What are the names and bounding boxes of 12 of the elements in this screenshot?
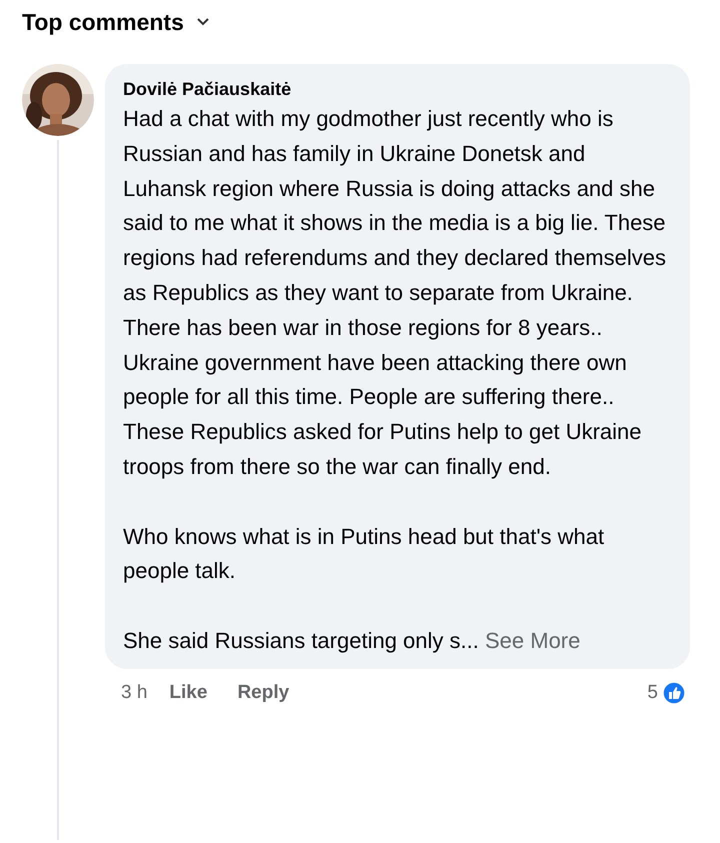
thumbs-up-icon[interactable] xyxy=(662,681,686,705)
timestamp: 3 h xyxy=(121,680,148,705)
comment-text: Had a chat with my godmother just recently who is Russian and has family in Ukraine Donetsk and Luhansk region where Russia is doing attacks and she said to me what it shows in the media is a big lie. These regions had referendums and they declared themselves as Republics as they want to separate from Ukraine. There has been war in those regions for 8 years.. Ukraine government have been attacking there own people for all this time. People are suffering there.. These Republics asked for Putins help to get Ukraine troops from there so the war can finally end. xyxy=(123,106,666,479)
chevron-down-icon[interactable] xyxy=(196,17,210,27)
author-name[interactable]: Dovilė Pačiauskaitė xyxy=(123,76,672,102)
see-more-link[interactable]: See More xyxy=(484,628,580,653)
reaction-count: 5 xyxy=(647,680,658,705)
comment-text: She said Russians targeting only s... xyxy=(123,628,479,653)
action-link[interactable]: Reply xyxy=(237,678,290,708)
section-title: Top comments xyxy=(22,8,184,37)
comment-text: Who knows what is in Putins head but that's what people talk. xyxy=(123,524,604,584)
action-link[interactable]: Like xyxy=(169,678,208,708)
